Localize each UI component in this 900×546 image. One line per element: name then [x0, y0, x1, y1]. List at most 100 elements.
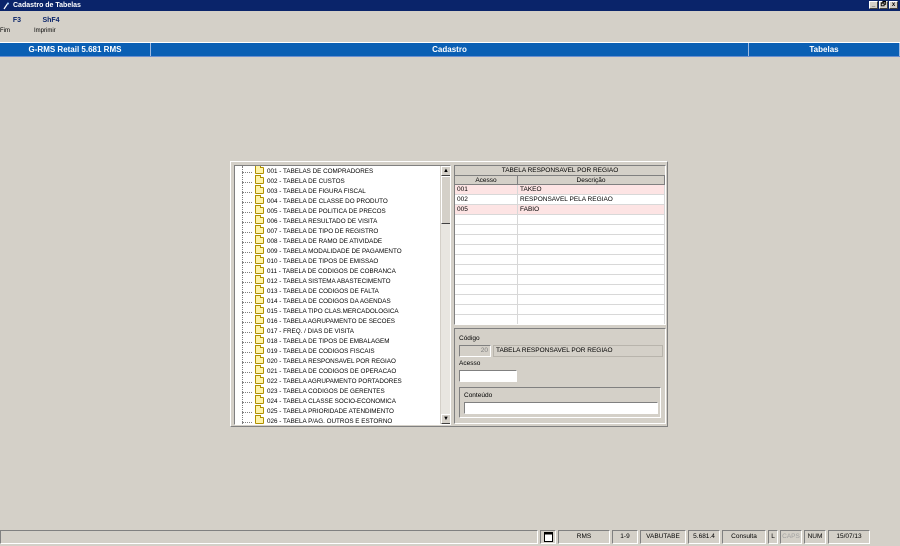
tree-item[interactable]: 018 - TABELA DE TIPOS DE EMBALAGEM: [235, 334, 442, 347]
tree-item[interactable]: 015 - TABELA TIPO CLAS.MERCADOLOGICA: [235, 304, 442, 317]
conteudo-label: Conteúdo: [464, 392, 493, 399]
fkey-imprimir-key: ShF4: [42, 17, 60, 24]
cell-acesso: [455, 245, 518, 254]
tree-item[interactable]: 020 - TABELA RESPONSAVEL POR REGIAO: [235, 354, 442, 367]
tree-item[interactable]: 006 - TABELA RESULTADO DE VISITA: [235, 214, 442, 227]
status-date: 15/07/13: [828, 530, 870, 544]
grid-rows: 001 TAKEO 002 RESPONSAVEL PELA REGIAO 005 FAB…: [455, 185, 665, 324]
table-row[interactable]: [455, 235, 665, 245]
close-button[interactable]: x: [889, 1, 898, 9]
restore-button[interactable]: 🗗: [879, 1, 888, 9]
table-row[interactable]: [455, 225, 665, 235]
tree-item[interactable]: 022 - TABELA AGRUPAMENTO PORTADORES: [235, 374, 442, 387]
codigo-description: TABELA RESPONSAVEL POR REGIAO: [493, 345, 663, 357]
module-header: G-RMS Retail 5.681 RMS Cadastro Tabelas: [0, 42, 900, 57]
acesso-label: Acesso: [459, 360, 481, 367]
tree-item[interactable]: 001 - TABELAS DE COMPRADORES: [235, 166, 442, 177]
tree-item[interactable]: 004 - TABELA DE CLASSE DO PRODUTO: [235, 194, 442, 207]
table-row[interactable]: 001 TAKEO: [455, 185, 665, 195]
tree-item-label: 003 - TABELA DE FIGURA FISCAL: [267, 188, 366, 195]
table-row[interactable]: [455, 305, 665, 315]
scroll-thumb[interactable]: [441, 176, 450, 224]
tree-item-label: 022 - TABELA AGRUPAMENTO PORTADORES: [267, 378, 402, 385]
folder-icon: [255, 404, 264, 414]
tree-item[interactable]: 005 - TABELA DE POLITICA DE PRECOS: [235, 204, 442, 217]
cell-acesso: 005: [455, 205, 518, 214]
title-bar: Cadastro de Tabelas _ 🗗 x: [0, 0, 900, 11]
app-icon: [2, 2, 10, 10]
tree-item[interactable]: 011 - TABELA DE CODIGOS DE COBRANCA: [235, 264, 442, 277]
cell-descricao: [518, 255, 665, 264]
tree-item[interactable]: 009 - TABELA MODALIDADE DE PAGAMENTO: [235, 244, 442, 257]
tree-item[interactable]: 023 - TABELA CODIGOS DE GERENTES: [235, 384, 442, 397]
cell-descricao: [518, 235, 665, 244]
codigo-field: 20: [459, 345, 491, 357]
table-row[interactable]: [455, 275, 665, 285]
tree-item-label: 002 - TABELA DE CUSTOS: [267, 178, 345, 185]
tree-item[interactable]: 014 - TABELA DE CODIGOS DA AGENDAS: [235, 294, 442, 307]
table-tree[interactable]: 001 - TABELAS DE COMPRADORES 002 - TABELA…: [234, 165, 451, 425]
tree-item-label: 007 - TABELA DE TIPO DE REGISTRO: [267, 228, 379, 235]
codigo-label: Código: [459, 335, 480, 342]
table-row[interactable]: [455, 265, 665, 275]
folder-icon: [255, 204, 264, 214]
tree-item-label: 018 - TABELA DE TIPOS DE EMBALAGEM: [267, 338, 390, 345]
folder-icon: [255, 314, 264, 324]
tree-item[interactable]: 010 - TABELA DE TIPOS DE EMISSAO: [235, 254, 442, 267]
folder-icon: [255, 324, 264, 334]
cell-descricao: RESPONSAVEL PELA REGIAO: [518, 195, 665, 204]
tree-item-label: 023 - TABELA CODIGOS DE GERENTES: [267, 388, 385, 395]
status-bar: RMS 1-9 VABUTABE 5.681.4 Consulta L CAPS…: [0, 530, 900, 545]
cell-acesso: [455, 275, 518, 284]
status-mode: Consulta: [722, 530, 766, 544]
status-pages: 1-9: [612, 530, 638, 544]
tree-item[interactable]: 026 - TABELA P/AG. OUTROS E ESTORNO: [235, 414, 442, 424]
acesso-input[interactable]: [459, 370, 517, 382]
tree-item[interactable]: 017 - FREQ. / DIAS DE VISITA: [235, 324, 442, 337]
cell-acesso: [455, 265, 518, 274]
tree-item-label: 006 - TABELA RESULTADO DE VISITA: [267, 218, 378, 225]
folder-icon: [255, 184, 264, 194]
header-section: Tabelas: [749, 43, 900, 56]
fkey-fim[interactable]: F3 Fim: [0, 14, 34, 42]
tree-item[interactable]: 012 - TABELA SISTEMA ABASTECIMENTO: [235, 274, 442, 287]
tree-item[interactable]: 025 - TABELA PRIORIDADE ATENDIMENTO: [235, 404, 442, 417]
status-num: NUM: [804, 530, 826, 544]
tree-item[interactable]: 021 - TABELA DE CODIGOS DE OPERACAO: [235, 364, 442, 377]
tree-item[interactable]: 016 - TABELA AGRUPAMENTO DE SECOES: [235, 314, 442, 327]
cell-descricao: [518, 275, 665, 284]
tree-item[interactable]: 008 - TABELA DE RAMO DE ATIVIDADE: [235, 234, 442, 247]
conteudo-input[interactable]: [464, 402, 658, 414]
tree-item[interactable]: 024 - TABELA CLASSE SOCIO-ECONOMICA: [235, 394, 442, 407]
column-descricao[interactable]: Descrição: [518, 176, 665, 184]
table-row[interactable]: 002 RESPONSAVEL PELA REGIAO: [455, 195, 665, 205]
window-title: Cadastro de Tabelas: [13, 2, 81, 9]
scroll-up-button[interactable]: ▲: [441, 166, 450, 176]
minimize-button[interactable]: _: [869, 1, 878, 9]
table-row[interactable]: [455, 215, 665, 225]
tree-item-label: 001 - TABELAS DE COMPRADORES: [267, 168, 374, 175]
main-panel: 001 - TABELAS DE COMPRADORES 002 - TABELA…: [230, 161, 668, 427]
cell-acesso: [455, 315, 518, 324]
table-row[interactable]: [455, 285, 665, 295]
table-row[interactable]: [455, 245, 665, 255]
tree-item[interactable]: 002 - TABELA DE CUSTOS: [235, 174, 442, 187]
tree-item-label: 008 - TABELA DE RAMO DE ATIVIDADE: [267, 238, 383, 245]
cell-acesso: [455, 255, 518, 264]
table-row[interactable]: [455, 295, 665, 305]
grid-title: TABELA RESPONSAVEL POR REGIAO: [455, 166, 665, 176]
fkey-imprimir-label: Imprimir: [34, 28, 56, 34]
tree-scrollbar[interactable]: ▲ ▼: [440, 166, 450, 424]
table-row[interactable]: [455, 255, 665, 265]
tree-item[interactable]: 019 - TABELA DE CODIGOS FISCAIS: [235, 344, 442, 357]
tree-item[interactable]: 013 - TABELA DE CODIGOS DE FALTA: [235, 284, 442, 297]
cell-acesso: [455, 285, 518, 294]
scroll-down-button[interactable]: ▼: [441, 414, 450, 424]
table-row[interactable]: [455, 315, 665, 324]
tree-item[interactable]: 003 - TABELA DE FIGURA FISCAL: [235, 184, 442, 197]
column-acesso[interactable]: Acesso: [455, 176, 518, 184]
fkey-imprimir[interactable]: ShF4 Imprimir: [34, 14, 68, 42]
cell-acesso: [455, 225, 518, 234]
tree-item[interactable]: 007 - TABELA DE TIPO DE REGISTRO: [235, 224, 442, 237]
table-row[interactable]: 005 FABIO: [455, 205, 665, 215]
